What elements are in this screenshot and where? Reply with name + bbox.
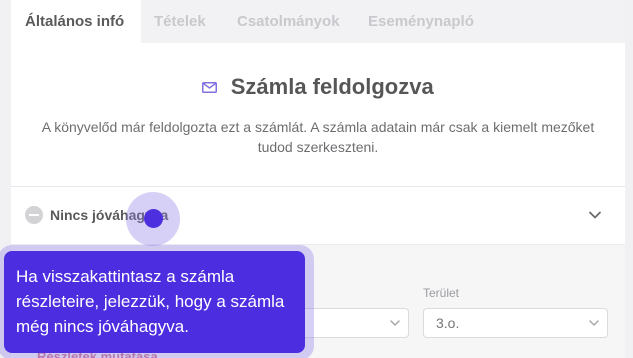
area-field-label: Terület (423, 286, 460, 300)
tab-bar: Általános infó Tételek Csatolmányok Esem… (11, 0, 625, 43)
mail-icon (202, 80, 218, 93)
processed-description: A könyvelőd már feldolgozta ezt a számlá… (41, 119, 595, 155)
chevron-down-icon[interactable] (585, 205, 605, 225)
area-select-value: 3.o. (436, 315, 460, 331)
tab-attachments[interactable]: Csatolmányok (237, 0, 340, 43)
area-select[interactable]: 3.o. (423, 308, 608, 338)
onboarding-tooltip: Ha visszakattintasz a számla részleteire… (4, 251, 305, 353)
minus-circle-icon (25, 206, 43, 224)
chevron-down-icon (587, 316, 601, 330)
hotspot-dot[interactable] (144, 209, 163, 228)
approval-status-row[interactable]: Nincs jóváhagyva (11, 187, 625, 244)
title-row: Számla feldolgozva (11, 74, 625, 100)
chevron-down-icon (388, 316, 402, 330)
processed-header: Számla feldolgozva A könyvelőd már feldo… (11, 43, 625, 186)
tab-items[interactable]: Tételek (154, 0, 206, 43)
tab-general-info[interactable]: Általános infó (11, 0, 141, 43)
page-title: Számla feldolgozva (230, 74, 434, 99)
tab-event-log[interactable]: Eseménynapló (368, 0, 474, 43)
